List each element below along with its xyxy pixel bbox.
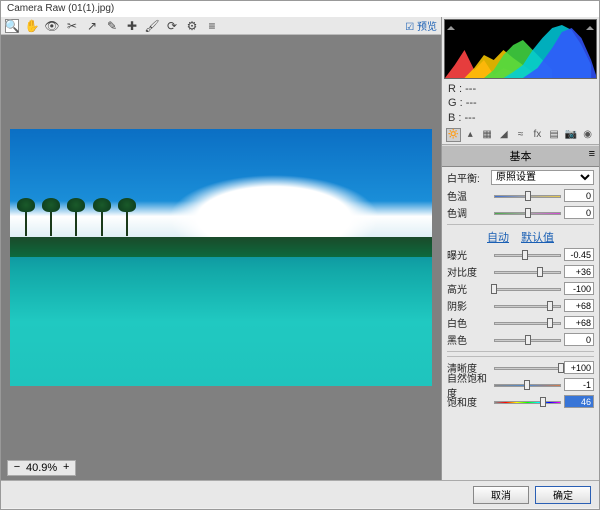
panel-tabs: 🔅 ▴ ▦ ◢ ≈ fx ▤ 📷 ◉: [442, 126, 599, 145]
zoom-out-button[interactable]: −: [12, 463, 22, 473]
slider-2[interactable]: [494, 249, 561, 261]
zoom-percent[interactable]: 40.9%: [26, 462, 57, 474]
slider-10[interactable]: [494, 396, 561, 408]
redeye-icon[interactable]: ✚: [125, 19, 139, 33]
canvas-area[interactable]: − 40.9% +: [1, 35, 441, 480]
brush-icon[interactable]: 🖌: [145, 19, 159, 33]
tab-hsl[interactable]: ◢: [496, 128, 511, 142]
rgb-readout: R : ---G : ---B : ---: [442, 81, 599, 126]
slider-label: 阴影: [447, 298, 491, 313]
wb-label: 白平衡:: [447, 170, 491, 185]
zoom-control: − 40.9% +: [7, 460, 76, 476]
footer: 取消 确定: [1, 480, 599, 508]
slider-value-6[interactable]: [564, 316, 594, 329]
photo-preview: [10, 129, 432, 386]
slider-value-10[interactable]: [564, 395, 594, 408]
tab-fx[interactable]: fx: [530, 128, 545, 142]
eyedropper-icon[interactable]: 👁: [45, 19, 59, 33]
section-header: 基本 ≡: [442, 145, 599, 167]
slider-label: 黑色: [447, 332, 491, 347]
slider-label: 高光: [447, 281, 491, 296]
slider-value-7[interactable]: [564, 333, 594, 346]
slider-label: 色温: [447, 188, 491, 203]
panel-menu-icon[interactable]: ≡: [589, 148, 595, 160]
slider-value-3[interactable]: [564, 265, 594, 278]
slider-3[interactable]: [494, 266, 561, 278]
histogram: [444, 19, 597, 79]
tab-lens[interactable]: ▤: [547, 128, 562, 142]
wb-select[interactable]: 原照设置: [491, 170, 594, 185]
slider-label: 对比度: [447, 264, 491, 279]
slider-value-2[interactable]: [564, 248, 594, 261]
slider-6[interactable]: [494, 317, 561, 329]
tab-presets[interactable]: ◉: [580, 128, 595, 142]
slider-9[interactable]: [494, 379, 561, 391]
tab-split[interactable]: ≈: [513, 128, 528, 142]
slider-1[interactable]: [494, 207, 561, 219]
cancel-button[interactable]: 取消: [473, 486, 529, 504]
crop-icon[interactable]: ✂: [65, 19, 79, 33]
slider-8[interactable]: [494, 362, 561, 374]
auto-link[interactable]: 自动: [487, 232, 509, 244]
slider-0[interactable]: [494, 190, 561, 202]
highlight-clip-icon[interactable]: [586, 22, 594, 30]
slider-5[interactable]: [494, 300, 561, 312]
default-link[interactable]: 默认值: [521, 232, 554, 244]
tab-detail[interactable]: ▦: [480, 128, 495, 142]
slider-value-0[interactable]: [564, 189, 594, 202]
tab-curve[interactable]: ▴: [463, 128, 478, 142]
slider-value-5[interactable]: [564, 299, 594, 312]
shadow-clip-icon[interactable]: [447, 22, 455, 30]
ok-button[interactable]: 确定: [535, 486, 591, 504]
slider-value-8[interactable]: [564, 361, 594, 374]
hand-tool-icon[interactable]: ✋: [25, 19, 39, 33]
preview-toggle[interactable]: ☑ 预览: [405, 18, 437, 33]
presets-icon[interactable]: ≡: [205, 19, 219, 33]
slider-label: 饱和度: [447, 394, 491, 409]
basic-panel: 白平衡: 原照设置 色温色调自动默认值曝光对比度高光阴影白色黑色清晰度自然饱和度…: [442, 167, 599, 480]
rotate-icon[interactable]: ⟳: [165, 19, 179, 33]
tab-camera[interactable]: 📷: [564, 128, 579, 142]
slider-label: 白色: [447, 315, 491, 330]
retouch-icon[interactable]: ✎: [105, 19, 119, 33]
slider-label: 色调: [447, 205, 491, 220]
zoom-in-button[interactable]: +: [61, 463, 71, 473]
slider-label: 曝光: [447, 247, 491, 262]
slider-value-1[interactable]: [564, 206, 594, 219]
slider-7[interactable]: [494, 334, 561, 346]
prefs-icon[interactable]: ⚙: [185, 19, 199, 33]
slider-value-4[interactable]: [564, 282, 594, 295]
slider-value-9[interactable]: [564, 378, 594, 391]
titlebar: Camera Raw (01(1).jpg): [1, 1, 599, 17]
slider-4[interactable]: [494, 283, 561, 295]
straighten-icon[interactable]: ↗: [85, 19, 99, 33]
zoom-tool-icon[interactable]: 🔍: [5, 19, 19, 33]
tab-basic[interactable]: 🔅: [446, 128, 461, 142]
toolbar: 🔍 ✋ 👁 ✂ ↗ ✎ ✚ 🖌 ⟳ ⚙ ≡ ☑ 预览: [1, 17, 441, 35]
